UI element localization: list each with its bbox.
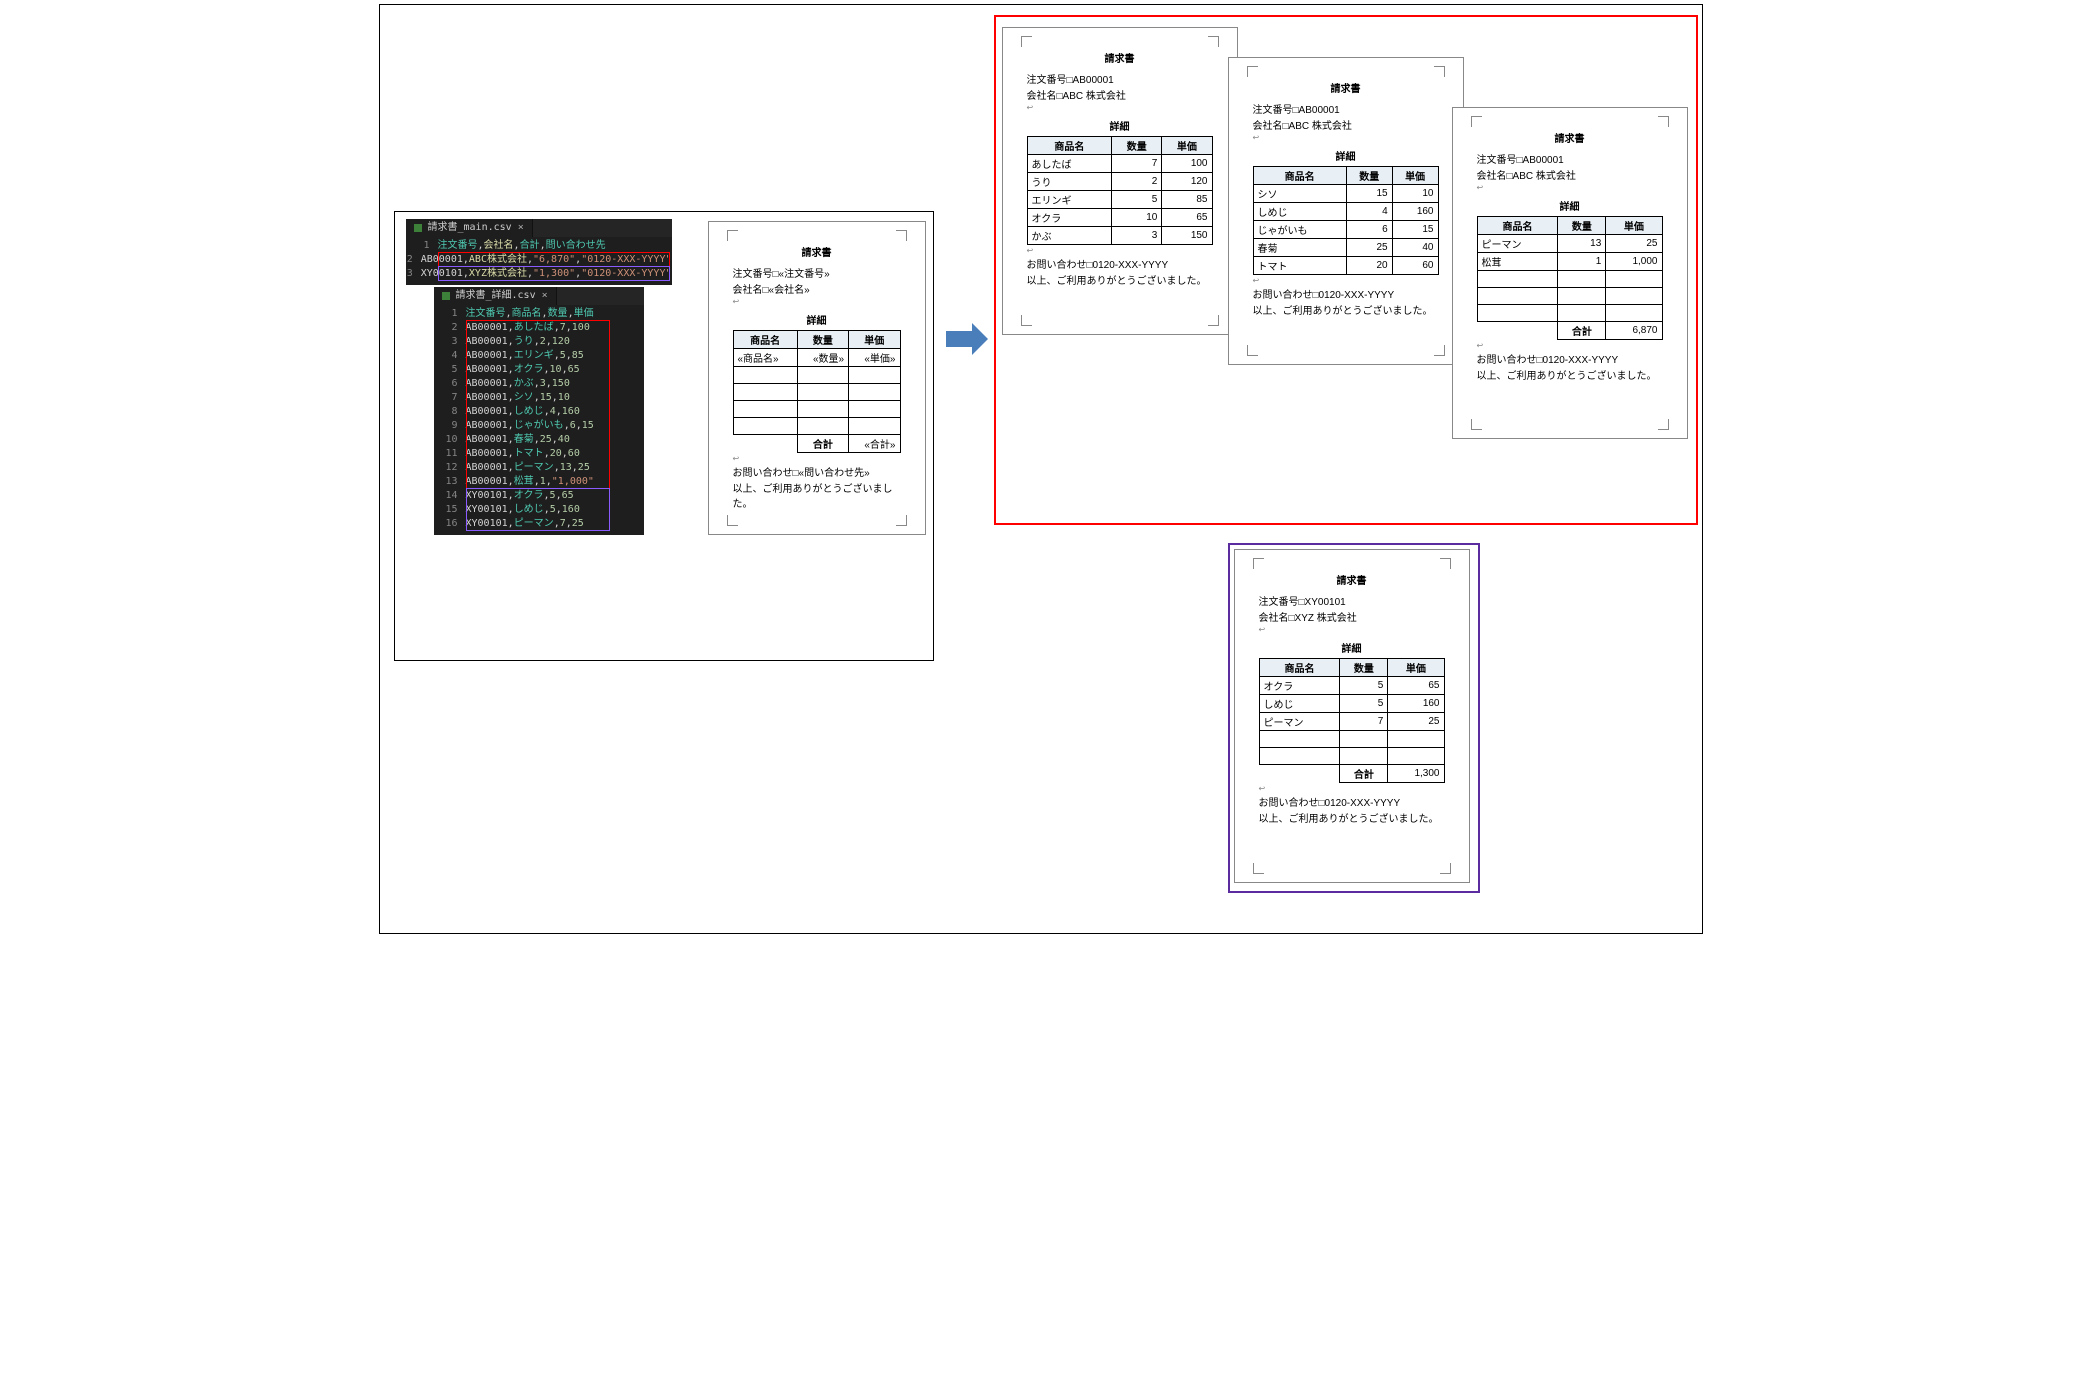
editor-main-csv: 請求書_main.csv × 1注文番号,会社名,合計,問い合わせ先2AB000… bbox=[406, 219, 672, 285]
file-type-icon bbox=[414, 224, 422, 232]
contact-line: お問い合わせ□«問い合わせ先» bbox=[733, 464, 901, 479]
output-page-a3: 請求書 注文番号□AB00001 会社名□ABC 株式会社 ↩ 詳細 商品名数量… bbox=[1452, 107, 1688, 439]
output-page-a2: 請求書 注文番号□AB00001 会社名□ABC 株式会社 ↩ 詳細 商品名数量… bbox=[1228, 57, 1464, 365]
detail-table: 商品名数量単価シソ1510しめじ4160じゃがいも615春菊2540トマト206… bbox=[1253, 166, 1439, 275]
filename: 請求書_main.csv bbox=[428, 221, 512, 235]
detail-table: 商品名数量単価 «商品名»«数量»«単価» 合計«合計» bbox=[733, 330, 901, 453]
detail-table: 商品名数量単価ピーマン1325松茸11,000合計6,870 bbox=[1477, 216, 1663, 340]
doc-title: 請求書 bbox=[733, 244, 901, 259]
section-title: 詳細 bbox=[733, 312, 901, 327]
arrow-icon bbox=[946, 323, 988, 355]
file-type-icon bbox=[442, 292, 450, 300]
close-icon[interactable]: × bbox=[518, 221, 524, 235]
diagram-canvas: 請求書_main.csv × 1注文番号,会社名,合計,問い合わせ先2AB000… bbox=[379, 4, 1703, 934]
editor-tab[interactable]: 請求書_main.csv × bbox=[406, 219, 533, 237]
detail-table: 商品名数量単価あしたば7100うり2120エリンギ585オクラ1065かぶ315… bbox=[1027, 136, 1213, 245]
company-line: 会社名□«会社名» bbox=[733, 281, 901, 296]
detail-table: 商品名数量単価オクラ565しめじ5160ピーマン725合計1,300 bbox=[1259, 658, 1445, 783]
close-icon[interactable]: × bbox=[542, 289, 548, 303]
output-page-a1: 請求書 注文番号□AB00001 会社名□ABC 株式会社 ↩ 詳細 商品名数量… bbox=[1002, 27, 1238, 335]
editor-detail-csv: 請求書_詳細.csv × 1注文番号,商品名,数量,単価2AB00001,あした… bbox=[434, 287, 644, 535]
template-page: 請求書 注文番号□«注文番号» 会社名□«会社名» ↩ 詳細 商品名数量単価 «… bbox=[708, 221, 926, 535]
order-line: 注文番号□«注文番号» bbox=[733, 265, 901, 280]
closing-line: 以上、ご利用ありがとうございました。 bbox=[733, 480, 901, 510]
editor-tab[interactable]: 請求書_詳細.csv × bbox=[434, 287, 557, 305]
filename: 請求書_詳細.csv bbox=[456, 289, 536, 303]
output-page-b: 請求書 注文番号□XY00101 会社名□XYZ 株式会社 ↩ 詳細 商品名数量… bbox=[1234, 549, 1470, 883]
